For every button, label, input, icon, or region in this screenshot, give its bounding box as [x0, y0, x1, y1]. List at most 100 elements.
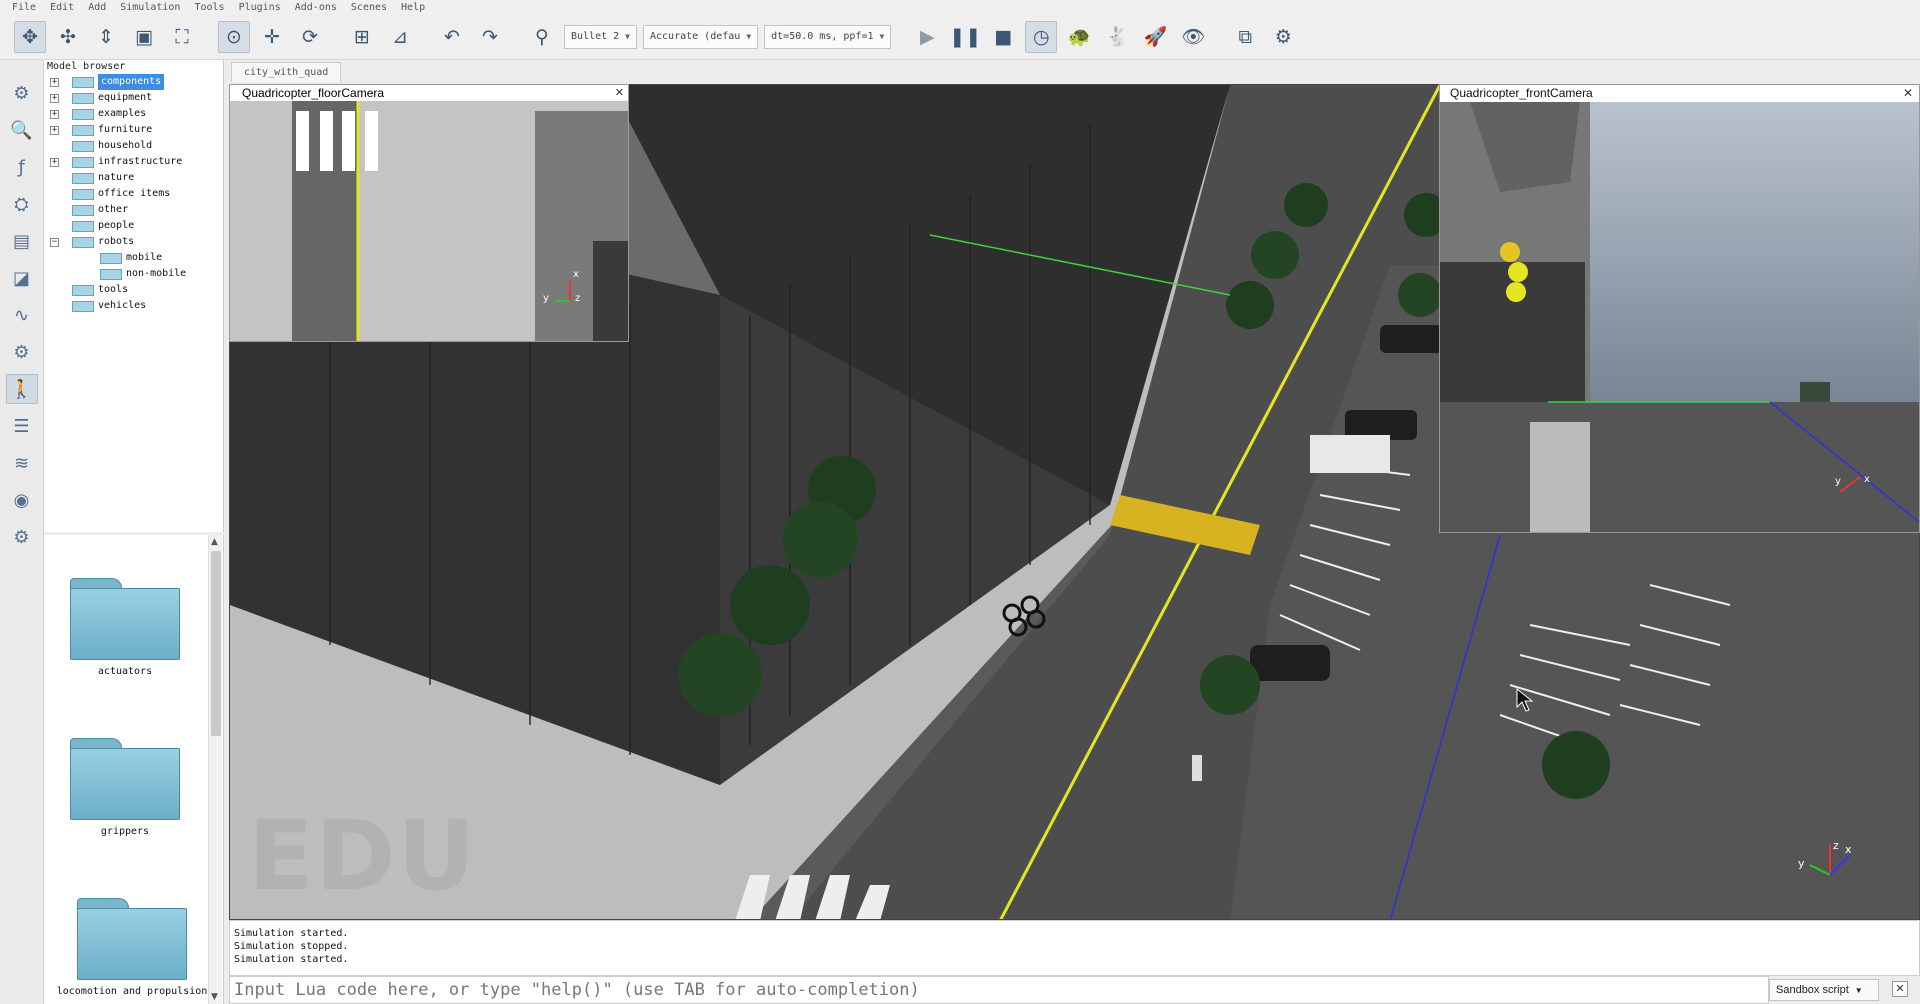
floor-camera-view[interactable]: Quadricopter_floorCamera ✕ x y z [229, 84, 629, 342]
axis-label-y: y [1835, 476, 1841, 487]
chevron-down-icon: ▼ [746, 32, 752, 41]
script-mode-select[interactable]: Sandbox script ▼ [1769, 979, 1879, 1001]
scene-tab[interactable]: city_with_quad [231, 62, 342, 82]
thumbnail-actuators[interactable]: actuators [70, 578, 180, 677]
user-settings-icon[interactable]: ⚙ [6, 522, 38, 552]
pause-icon[interactable]: ❚❚ [949, 21, 981, 53]
collapse-icon[interactable]: − [50, 237, 59, 247]
layers-icon[interactable]: ≋ [6, 448, 38, 478]
menu-scenes[interactable]: Scenes [351, 2, 387, 13]
tree-item-infrastructure[interactable]: + infrastructure [44, 154, 223, 170]
shape-edit-icon[interactable]: ◪ [6, 263, 38, 293]
scroll-down-icon[interactable]: ▼ [211, 992, 218, 1002]
visualization-icon[interactable]: 👁 [1177, 21, 1209, 53]
tree-item-vehicles[interactable]: vehicles [44, 298, 223, 314]
lua-command-input[interactable]: Input Lua code here, or type "help()" (u… [229, 976, 1769, 1004]
menu-help[interactable]: Help [401, 2, 425, 13]
tree-item-people[interactable]: people [44, 218, 223, 234]
object-rotate-icon[interactable]: ⟳ [294, 21, 326, 53]
folder-icon [72, 300, 94, 312]
tree-item-mobile[interactable]: mobile [44, 250, 223, 266]
expand-icon[interactable]: + [50, 77, 59, 87]
play-icon[interactable]: ▶ [911, 21, 943, 53]
transfer-dna-icon[interactable]: ⊿ [384, 21, 416, 53]
menu-file[interactable]: File [12, 2, 36, 13]
thumbnail-locomotion[interactable]: locomotion and propulsion [52, 898, 212, 997]
tree-item-non-mobile[interactable]: non-mobile [44, 266, 223, 282]
tree-item-robots[interactable]: − robots [44, 234, 223, 250]
scene-hierarchy-icon[interactable]: ☰ [6, 411, 38, 441]
collections-icon[interactable]: ⛭ [6, 189, 38, 219]
expand-icon[interactable]: + [50, 109, 59, 119]
path-edit-icon[interactable]: ∿ [6, 300, 38, 330]
engine-select[interactable]: Bullet 2 ▼ [564, 24, 637, 49]
tree-item-tools[interactable]: tools [44, 282, 223, 298]
thumbnail-scrollbar[interactable]: ▲ ▼ [208, 535, 222, 1004]
fit-to-view-icon[interactable]: ⛶ [166, 21, 198, 53]
scroll-handle[interactable] [211, 551, 221, 736]
tree-item-components[interactable]: + components [44, 74, 223, 90]
scene-selector-icon[interactable]: ⚙ [1267, 21, 1299, 53]
chevron-down-icon: ▼ [879, 32, 885, 41]
dynamics-engine-icon[interactable]: ⚲ [526, 21, 558, 53]
model-browser-icon[interactable]: 🚶 [5, 374, 38, 404]
expand-icon[interactable]: + [50, 157, 59, 167]
page-selector-icon[interactable]: ⧉ [1229, 21, 1261, 53]
selection-icon[interactable]: ⚙ [6, 337, 38, 367]
console-line: Simulation stopped. [234, 941, 349, 952]
timestep-select[interactable]: dt=50.0 ms, ppf=1 ▼ [764, 24, 892, 49]
calculation-modules-icon[interactable]: ƒ [6, 152, 38, 182]
front-camera-view[interactable]: Quadricopter_frontCamera ✕ y x [1439, 84, 1920, 533]
camera-shift-icon[interactable]: ⇕ [90, 21, 122, 53]
slower-icon[interactable]: 🐢 [1063, 21, 1095, 53]
threaded-rendering-icon[interactable]: 🚀 [1139, 21, 1171, 53]
folder-icon [72, 284, 94, 296]
tree-item-office-items[interactable]: office items [44, 186, 223, 202]
tree-item-examples[interactable]: + examples [44, 106, 223, 122]
menu-add[interactable]: Add [88, 2, 106, 13]
thumbnail-grippers[interactable]: grippers [70, 738, 180, 837]
click-select-icon[interactable]: ⊙ [218, 20, 250, 53]
expand-icon[interactable]: + [50, 93, 59, 103]
stop-icon[interactable]: ■ [987, 21, 1019, 53]
pedestrian [1192, 755, 1202, 781]
tree-item-label: components [98, 74, 165, 90]
faster-icon[interactable]: 🐇 [1101, 21, 1133, 53]
object-shift-icon[interactable]: ✛ [256, 21, 288, 53]
menu-simulation[interactable]: Simulation [120, 2, 180, 13]
tree-item-equipment[interactable]: + equipment [44, 90, 223, 106]
script-mode-value: Sandbox script [1776, 984, 1849, 996]
simulation-settings-icon[interactable]: ⚙ [6, 78, 38, 108]
tree-item-household[interactable]: household [44, 138, 223, 154]
camera-pan-icon[interactable]: ✥ [14, 20, 46, 53]
accuracy-select[interactable]: Accurate (defau ▼ [643, 24, 759, 49]
front-camera-titlebar[interactable]: Quadricopter_frontCamera ✕ [1440, 85, 1919, 102]
expand-icon[interactable]: + [50, 125, 59, 135]
assemble-icon[interactable]: ⊞ [346, 21, 378, 53]
tree-item-other[interactable]: other [44, 202, 223, 218]
model-browser-panel: Model browser + components + equipment + ex… [44, 60, 224, 532]
white-van [1310, 435, 1390, 473]
camera-rotate-icon[interactable]: ✣ [52, 21, 84, 53]
tree-item-label: office items [98, 188, 171, 199]
menu-tools[interactable]: Tools [194, 2, 224, 13]
menu-edit[interactable]: Edit [50, 2, 74, 13]
tree-item-nature[interactable]: nature [44, 170, 223, 186]
scroll-up-icon[interactable]: ▲ [211, 537, 218, 547]
undo-icon[interactable]: ↶ [436, 21, 468, 53]
tree-item-furniture[interactable]: + furniture [44, 122, 223, 138]
search-icon[interactable]: 🔍 [6, 115, 38, 145]
camera-angle-icon[interactable]: ▣ [128, 21, 160, 53]
axis-label-y: y [1798, 857, 1805, 870]
close-icon[interactable]: ✕ [1903, 85, 1913, 102]
redo-icon[interactable]: ↷ [474, 21, 506, 53]
menu-plugins[interactable]: Plugins [239, 2, 281, 13]
chevron-down-icon: ▼ [1854, 985, 1863, 995]
video-recorder-icon[interactable]: ◉ [6, 485, 38, 515]
menu-addons[interactable]: Add-ons [295, 2, 337, 13]
realtime-icon[interactable]: ◷ [1025, 20, 1058, 53]
close-icon[interactable]: ✕ [1892, 981, 1908, 997]
scripts-icon[interactable]: ▤ [6, 226, 38, 256]
close-icon[interactable]: ✕ [615, 85, 624, 101]
floor-camera-titlebar[interactable]: Quadricopter_floorCamera ✕ [230, 85, 628, 101]
